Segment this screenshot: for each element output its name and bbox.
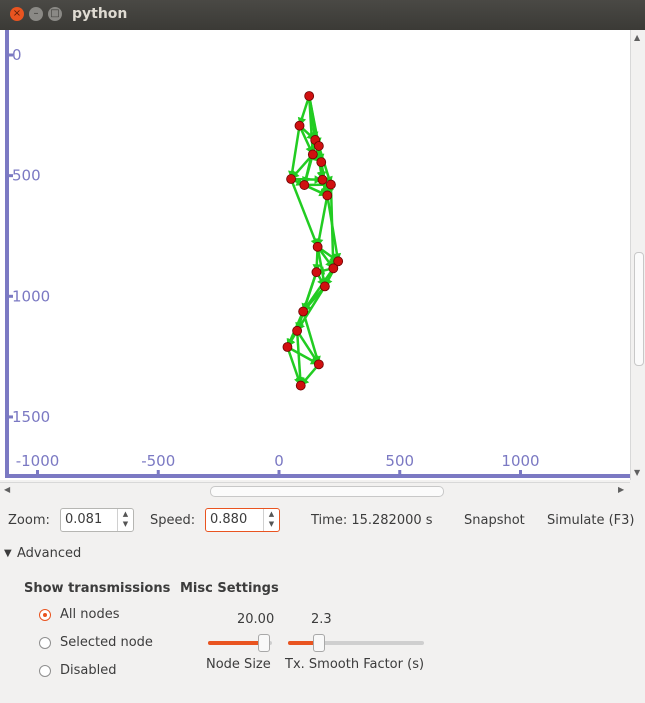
- smooth-factor-label: Tx. Smooth Factor (s): [285, 657, 425, 672]
- vertical-scroll-thumb[interactable]: [634, 252, 644, 366]
- radio-disabled-label[interactable]: Disabled: [60, 663, 116, 678]
- horizontal-scrollbar[interactable]: ◀ ▶: [0, 482, 630, 499]
- node-15: [319, 281, 330, 292]
- simulate-button[interactable]: Simulate (F3): [547, 513, 634, 528]
- node-size-value: 20.00: [237, 612, 275, 627]
- node-10: [322, 190, 333, 201]
- zoom-spinbutton[interactable]: ▲▼: [60, 508, 134, 532]
- radio-disabled[interactable]: [39, 665, 51, 677]
- smooth-factor-slider-knob[interactable]: [313, 634, 325, 652]
- x-tick-label-0: -1000: [16, 452, 60, 470]
- node-7: [317, 174, 328, 185]
- time-display: Time: 15.282000 s: [311, 513, 433, 528]
- advanced-expander[interactable]: Advanced: [17, 546, 81, 561]
- scroll-left-icon[interactable]: ◀: [4, 485, 10, 494]
- x-tick-label-3: 500: [385, 452, 414, 470]
- expander-arrow-icon[interactable]: ▼: [4, 548, 12, 559]
- node-14: [311, 267, 322, 278]
- node-3: [313, 141, 324, 151]
- show-transmissions-title: Show transmissions: [24, 581, 171, 596]
- y-tick-label-2: 1000: [12, 287, 50, 305]
- network-plot[interactable]: 0 500 1000 1500 -1000 -500 0 500 1000: [0, 30, 630, 480]
- scroll-down-icon[interactable]: ▼: [634, 468, 640, 477]
- node-11: [312, 241, 323, 252]
- zoom-stepper[interactable]: ▲ ▼: [117, 509, 133, 531]
- zoom-input[interactable]: [65, 512, 117, 527]
- radio-all-nodes-label[interactable]: All nodes: [60, 607, 119, 622]
- radio-all-nodes[interactable]: [39, 609, 51, 621]
- x-tick-label-2: 0: [274, 452, 284, 470]
- smooth-factor-value: 2.3: [311, 612, 332, 627]
- scroll-right-icon[interactable]: ▶: [618, 485, 624, 494]
- node-5: [316, 157, 327, 168]
- node-8: [299, 180, 310, 190]
- node-18: [282, 342, 293, 352]
- window-title: python: [72, 6, 128, 22]
- node-size-slider-knob[interactable]: [258, 634, 270, 652]
- node-0: [304, 91, 315, 101]
- snapshot-button[interactable]: Snapshot: [464, 513, 525, 528]
- radio-selected-node[interactable]: [39, 637, 51, 649]
- misc-settings-title: Misc Settings: [180, 581, 279, 596]
- node-19: [313, 359, 324, 370]
- node-size-slider[interactable]: [208, 634, 272, 652]
- node-13: [328, 263, 339, 274]
- y-tick-label-0: 0: [12, 46, 22, 64]
- title-bar: × – □ python: [0, 0, 645, 30]
- x-tick-label-4: 1000: [501, 452, 539, 470]
- node-16: [298, 306, 309, 317]
- speed-spinbutton[interactable]: ▲▼: [205, 508, 280, 532]
- speed-stepper[interactable]: ▲ ▼: [263, 509, 279, 531]
- zoom-label: Zoom:: [8, 513, 50, 528]
- node-size-label: Node Size: [206, 657, 271, 672]
- node-17: [292, 325, 303, 336]
- smooth-factor-slider[interactable]: [288, 634, 424, 652]
- vertical-scrollbar[interactable]: ▲ ▼: [630, 30, 645, 480]
- horizontal-scroll-thumb[interactable]: [210, 486, 444, 497]
- radio-selected-node-label[interactable]: Selected node: [60, 635, 153, 650]
- minimize-icon[interactable]: –: [29, 7, 43, 21]
- y-tick-label-1: 500: [12, 167, 41, 185]
- network-canvas[interactable]: 0 500 1000 1500 -1000 -500 0 500 1000: [0, 30, 630, 480]
- node-4: [307, 149, 318, 160]
- y-tick-label-3: 1500: [12, 408, 50, 426]
- node-20: [295, 380, 306, 391]
- speed-input[interactable]: [210, 512, 262, 527]
- node-size-slider-fill: [208, 641, 264, 645]
- speed-label: Speed:: [150, 513, 196, 528]
- node-9: [326, 179, 336, 190]
- scroll-up-icon[interactable]: ▲: [634, 33, 640, 42]
- maximize-icon[interactable]: □: [48, 7, 62, 21]
- x-tick-label-1: -500: [141, 452, 175, 470]
- node-6: [286, 174, 296, 184]
- close-icon[interactable]: ×: [10, 7, 24, 21]
- node-1: [294, 120, 305, 131]
